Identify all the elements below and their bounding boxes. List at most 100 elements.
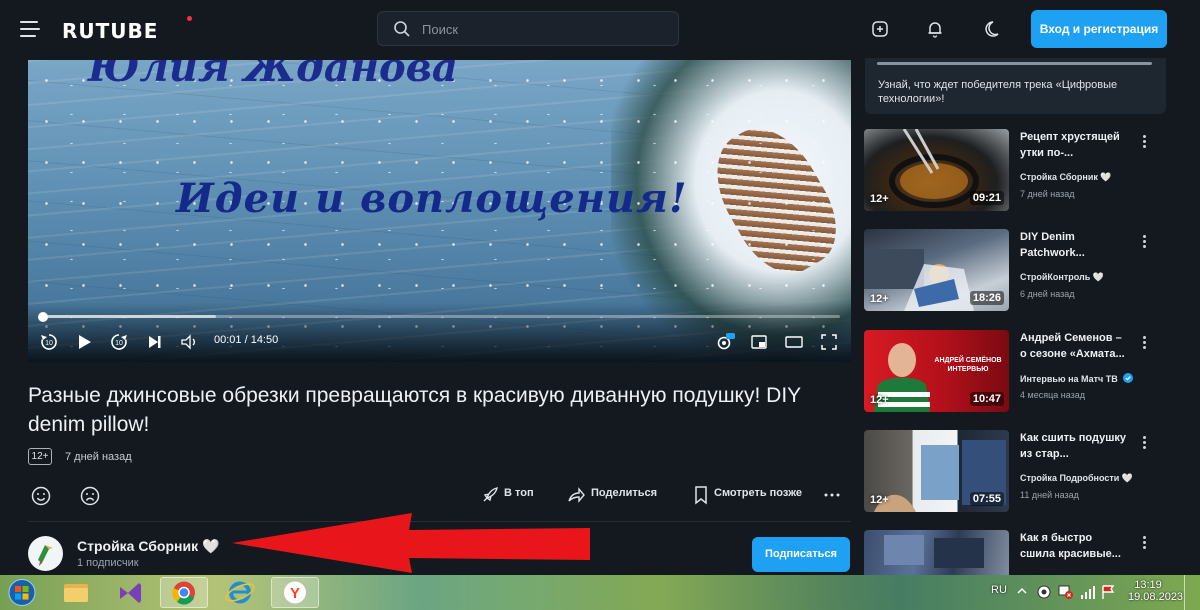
subscribe-button[interactable]: Подписаться [752,537,850,572]
signal-icon[interactable] [1080,584,1096,603]
card-menu-icon[interactable] [1139,233,1149,251]
header: RUTUBE Вход и регистрация [0,0,1200,60]
video-thumbnail[interactable]: 12+ 18:26 [864,229,1009,311]
card-date: 7 дней назад [1020,189,1075,199]
play-icon[interactable] [73,331,95,353]
verified-icon [1123,373,1134,383]
share-label: Поделиться [591,487,658,499]
next-icon[interactable] [143,331,165,353]
card-channel[interactable]: Интервью на Матч ТВ [1020,373,1134,384]
forward-seconds: 10 [115,340,123,347]
tray-expand-icon[interactable] [1016,585,1028,600]
dislike-button[interactable] [79,484,103,506]
logo-dot [187,16,192,21]
card-date: 6 дней назад [1020,289,1075,299]
card-channel-name: Интервью на Матч ТВ [1020,374,1118,384]
watch-later-button[interactable]: Смотреть позже [692,484,804,505]
video-player[interactable]: Юлия Жданова Идеи и воплощения! 10 10 00… [28,60,851,362]
card-title[interactable]: DIY Denim Patchwork... [1020,229,1130,261]
top-button[interactable]: В топ [480,484,540,504]
network-error-icon[interactable] [1058,584,1074,603]
show-desktop-button[interactable] [1184,575,1200,610]
thumbnail-duration: 09:21 [969,191,1004,205]
thumbnail-age-badge: 12+ [870,193,889,205]
video-overlay-slogan: Идеи и воплощения! [176,175,688,222]
rewind-seconds: 10 [45,340,53,347]
video-thumbnail[interactable]: 12+ 07:55 [864,430,1009,512]
age-rating-badge: 12+ [28,448,52,465]
red-arrow-annotation [232,513,590,573]
video-thumbnail[interactable]: АНДРЕЙ СЕМЁНОВ ИНТЕРВЬЮ 12+ 10:47 [864,330,1009,412]
recommended-video-card[interactable]: Как я быстро сшила красивые... [864,530,1164,575]
thumbnail-age-badge: 12+ [870,293,889,305]
thumbnail-age-badge: 12+ [870,394,889,406]
like-button[interactable] [30,484,54,506]
fullscreen-icon[interactable] [818,331,840,353]
recommended-video-card[interactable]: 12+ 09:21 Рецепт хрустящей утки по-... С… [864,129,1164,211]
card-date: 11 дней назад [1020,490,1079,500]
recommended-video-card[interactable]: АНДРЕЙ СЕМЁНОВ ИНТЕРВЬЮ 12+ 10:47 Андрей… [864,330,1164,412]
publish-date: 7 дней назад [65,451,132,463]
card-menu-icon[interactable] [1139,133,1149,151]
internet-explorer-icon[interactable] [216,577,264,608]
card-title[interactable]: Рецепт хрустящей утки по-... [1020,129,1130,161]
start-button[interactable] [2,577,42,608]
svg-text:Y: Y [290,585,300,602]
channel-name[interactable]: Стройка Сборник 🤍 [77,538,219,555]
card-menu-icon[interactable] [1139,534,1149,552]
explorer-icon[interactable] [52,577,100,608]
windows-taskbar: Y RU 13:19 19.08.2023 [0,575,1200,610]
card-menu-icon[interactable] [1139,334,1149,352]
chrome-icon[interactable] [160,577,208,608]
more-actions-button[interactable] [823,484,843,504]
promo-banner[interactable]: Узнай, что ждет победителя трека «Цифров… [865,58,1166,114]
recommended-video-card[interactable]: 12+ 18:26 DIY Denim Patchwork... СтройКо… [864,229,1164,311]
rutube-logo[interactable]: RUTUBE [62,19,158,43]
visual-studio-icon[interactable] [106,577,154,608]
progress-handle[interactable] [37,311,48,322]
search-icon [394,21,410,37]
settings-hd-icon[interactable] [714,331,736,353]
card-channel[interactable]: Стройка Подробности 🤍 [1020,473,1133,484]
card-channel[interactable]: Стройка Сборник 🤍 [1020,172,1112,183]
search-box[interactable] [377,11,679,46]
language-indicator[interactable]: RU [991,584,1007,596]
video-thumbnail[interactable]: 12+ 09:21 [864,129,1009,211]
login-button[interactable]: Вход и регистрация [1031,10,1167,48]
clock-date: 19.08.2023 [1128,591,1184,603]
tray-app-icon[interactable] [1036,584,1052,603]
thumbnail-duration: 18:26 [969,291,1004,305]
menu-icon[interactable] [20,20,42,38]
thumbnail-duration: 07:55 [969,492,1004,506]
clock[interactable]: 13:19 19.08.2023 [1128,579,1184,603]
flag-icon[interactable] [1100,584,1116,603]
card-channel[interactable]: СтройКонтроль 🤍 [1020,272,1104,283]
card-title[interactable]: Как сшить подушку из стар... [1020,430,1130,462]
video-title: Разные джинсовые обрезки превращаются в … [28,384,801,436]
share-arrow-icon [568,487,585,503]
channel-avatar[interactable] [28,536,63,571]
rocket-icon [483,487,498,502]
yandex-browser-icon[interactable]: Y [271,577,319,608]
rewind-10-icon[interactable]: 10 [38,331,60,353]
share-button[interactable]: Поделиться [566,484,661,504]
forward-10-icon[interactable]: 10 [108,331,130,353]
card-title[interactable]: Как я быстро сшила красивые... [1020,530,1130,562]
recommended-video-card[interactable]: 12+ 07:55 Как сшить подушку из стар... С… [864,430,1164,512]
top-label: В топ [504,487,534,499]
bell-icon[interactable] [920,14,950,44]
card-title[interactable]: Андрей Семенов – о сезоне «Ахмата... [1020,330,1130,362]
theater-mode-icon[interactable] [783,331,805,353]
search-input[interactable] [422,18,662,40]
add-video-icon[interactable] [865,14,895,44]
promo-progress-bar [877,62,1152,65]
promo-text: Узнай, что ждет победителя трека «Цифров… [878,79,1118,105]
video-thumbnail[interactable] [864,530,1009,575]
moon-icon[interactable] [976,14,1006,44]
pip-icon[interactable] [748,331,770,353]
more-horizontal-icon [824,493,840,497]
thumbnail-age-badge: 12+ [870,494,889,506]
volume-icon[interactable] [178,331,200,353]
card-menu-icon[interactable] [1139,434,1149,452]
progress-bar[interactable] [37,311,840,322]
